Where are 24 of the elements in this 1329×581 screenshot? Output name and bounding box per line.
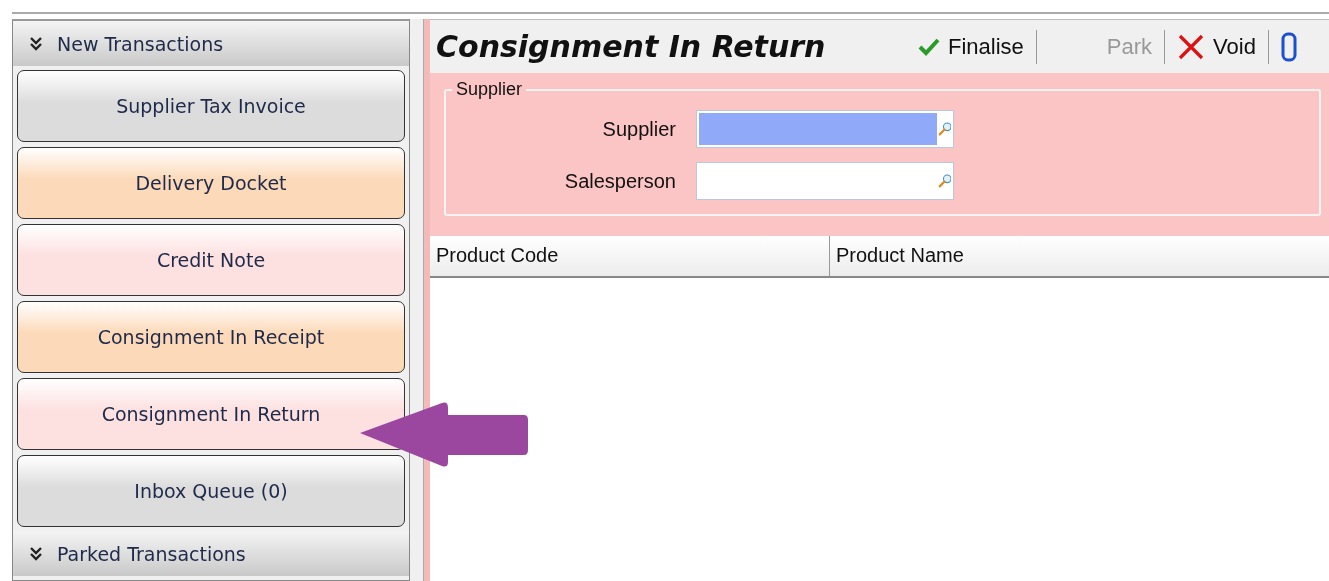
toolbar-button[interactable]: Void bbox=[1165, 28, 1268, 65]
transaction-button[interactable]: Credit Note bbox=[17, 224, 405, 296]
cross-icon bbox=[1177, 32, 1206, 61]
section-header[interactable]: New Transactions bbox=[13, 21, 409, 66]
section-header[interactable]: Parked Transactions bbox=[13, 531, 409, 576]
chevron-icon bbox=[29, 36, 43, 51]
clipboard-icon bbox=[1280, 31, 1297, 62]
transaction-button[interactable]: Supplier Tax Invoice bbox=[17, 70, 405, 142]
lookup-field[interactable] bbox=[696, 110, 954, 148]
transaction-button[interactable]: Delivery Docket bbox=[17, 147, 405, 219]
column-header[interactable]: Product Name bbox=[830, 236, 1329, 276]
transaction-button[interactable]: Consignment In Receipt bbox=[17, 301, 405, 373]
field-label: Salesperson bbox=[564, 169, 677, 193]
group-title: Supplier bbox=[455, 79, 524, 100]
toolbar-button[interactable]: Finalise bbox=[906, 28, 1036, 65]
splitter[interactable] bbox=[410, 19, 424, 581]
form-title: Consignment In Return bbox=[436, 29, 827, 64]
transaction-button[interactable]: Inbox Queue (0) bbox=[17, 455, 405, 527]
transaction-button[interactable]: Consignment In Return bbox=[17, 378, 405, 450]
check-icon bbox=[918, 36, 940, 57]
column-header[interactable]: Product Code bbox=[430, 236, 830, 276]
chevron-icon bbox=[29, 546, 43, 561]
field-label: Supplier bbox=[602, 117, 677, 141]
lookup-field[interactable] bbox=[696, 162, 954, 200]
